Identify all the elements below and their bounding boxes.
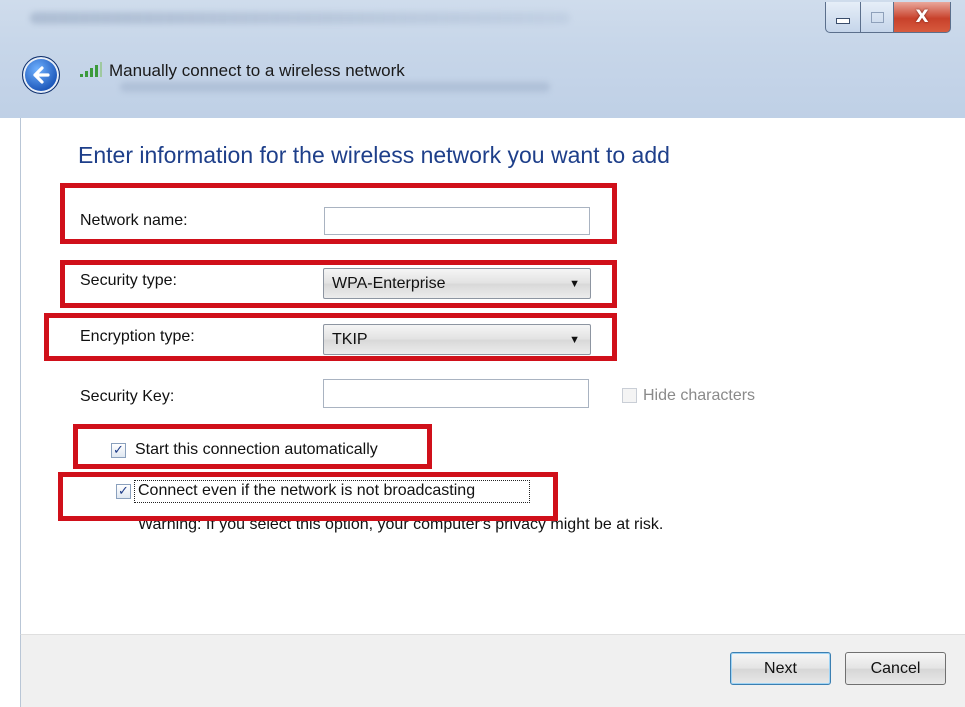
security-key-input[interactable] bbox=[323, 379, 589, 408]
highlight-box-encryption-type bbox=[44, 313, 617, 361]
wizard-title: Manually connect to a wireless network bbox=[109, 61, 405, 80]
wizard-footer: Next Cancel bbox=[20, 634, 965, 707]
close-icon: X bbox=[915, 7, 929, 27]
wireless-signal-icon bbox=[80, 62, 102, 77]
connect-not-broadcasting-checkbox[interactable]: ✓ bbox=[116, 484, 131, 499]
wizard-content: Enter information for the wireless netwo… bbox=[20, 118, 965, 634]
hide-characters-checkbox[interactable] bbox=[622, 388, 637, 403]
minimize-button[interactable] bbox=[825, 2, 861, 33]
checkmark-icon: ✓ bbox=[118, 484, 129, 499]
next-button[interactable]: Next bbox=[730, 652, 831, 685]
focus-rectangle bbox=[134, 480, 530, 503]
window-controls: X bbox=[825, 2, 951, 33]
blurred-breadcrumb bbox=[120, 82, 550, 92]
hide-characters-label: Hide characters bbox=[643, 387, 756, 404]
highlight-box-start-automatically bbox=[73, 424, 432, 469]
window-chrome: X Manually connect to a wireless network bbox=[0, 0, 965, 118]
page-heading: Enter information for the wireless netwo… bbox=[78, 142, 670, 168]
highlight-box-security-type bbox=[60, 260, 617, 308]
maximize-icon bbox=[870, 11, 884, 23]
cancel-button[interactable]: Cancel bbox=[845, 652, 946, 685]
back-button[interactable] bbox=[22, 56, 60, 94]
maximize-button[interactable] bbox=[861, 2, 894, 33]
minimize-icon bbox=[836, 18, 850, 24]
close-button[interactable]: X bbox=[894, 2, 951, 33]
back-arrow-icon bbox=[33, 66, 50, 84]
highlight-box-network-name bbox=[60, 183, 617, 244]
security-key-label: Security Key: bbox=[80, 388, 175, 405]
blurred-window-caption bbox=[30, 12, 570, 24]
